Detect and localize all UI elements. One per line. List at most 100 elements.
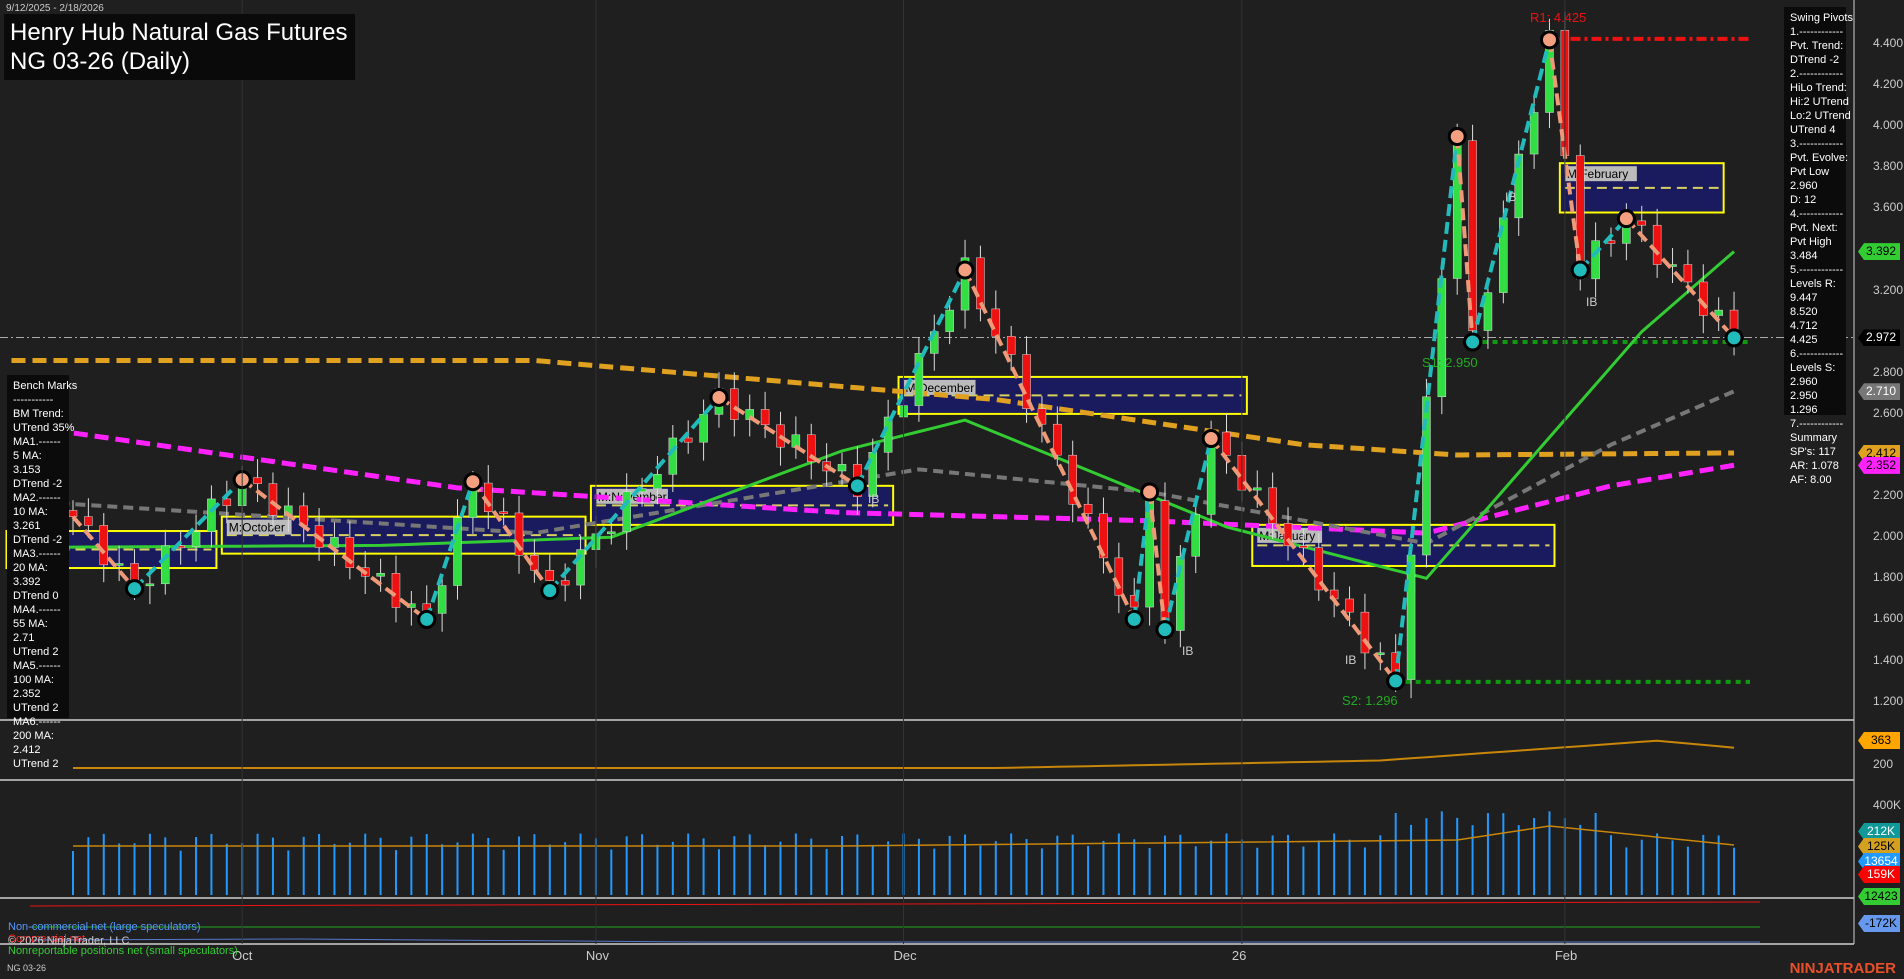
candle-body (607, 532, 615, 534)
price-tag: 2.352 (1858, 457, 1900, 474)
candle-body (730, 389, 738, 420)
chart-title: Henry Hub Natural Gas Futures (10, 18, 347, 47)
swing-low-marker (1388, 673, 1404, 689)
swing-low-marker (419, 611, 435, 627)
price-axis-label: 2.800 (1873, 365, 1903, 379)
price-axis-label: 1.800 (1873, 570, 1903, 584)
s1-label: S1: 2.950 (1422, 355, 1478, 370)
candle-body (269, 484, 277, 516)
candle-body (946, 310, 954, 332)
swing-high-marker (1203, 431, 1219, 447)
x-axis-label: Nov (586, 948, 609, 963)
instrument-label: NG 03-26 (7, 963, 46, 973)
price-tag: 3.392 (1858, 243, 1900, 260)
ninjatrader-logo: NINJATRADER (1790, 960, 1896, 977)
cot-tag: 159K (1858, 866, 1900, 883)
price-axis-label: 4.200 (1873, 77, 1903, 91)
candle-body (1530, 112, 1538, 154)
candle-body (1346, 599, 1354, 612)
swing-low-marker (1126, 611, 1142, 627)
x-axis-label: Dec (894, 948, 917, 963)
candle-body (992, 309, 1000, 336)
candle-body (84, 517, 92, 526)
candle-body (1007, 336, 1015, 354)
swing-line (1165, 439, 1211, 630)
swing-high-marker (1618, 211, 1634, 227)
ib-label: IB (1345, 653, 1356, 667)
price-axis-label: 3.200 (1873, 283, 1903, 297)
s2-label: S2: 1.296 (1342, 693, 1398, 708)
x-axis-label: 26 (1232, 948, 1246, 963)
price-tag: 2.710 (1858, 383, 1900, 400)
candle-body (392, 573, 400, 607)
candle-body (700, 414, 708, 442)
price-axis-label: 4.400 (1873, 36, 1903, 50)
ib-label: IB (868, 492, 879, 506)
ib-label: IB (1586, 295, 1597, 309)
ib-label: IB (1182, 644, 1193, 658)
candle-body (915, 353, 923, 405)
swing-low-marker (849, 478, 865, 494)
candle-body (1299, 546, 1307, 548)
candle-body (69, 510, 77, 516)
candle-body (838, 464, 846, 471)
candle-body (192, 532, 200, 547)
indicator-axis-label: 200 (1873, 757, 1893, 771)
volume-tag: 212K (1858, 823, 1900, 840)
swing-low-marker (1572, 262, 1588, 278)
candle-body (146, 584, 154, 586)
swing-line (1626, 219, 1734, 338)
candle-body (761, 409, 769, 424)
noncommercial-net-line (30, 939, 1760, 942)
indicator-tag: 363 (1858, 732, 1900, 749)
swing-line (1580, 219, 1626, 270)
price-axis-label: 2.600 (1873, 406, 1903, 420)
swing-low-marker (542, 583, 558, 599)
swing-high-marker (1142, 484, 1158, 500)
candle-body (976, 258, 984, 309)
chart-title-box: Henry Hub Natural Gas Futures NG 03-26 (… (4, 14, 355, 80)
swing-low-marker (1157, 622, 1173, 638)
legend-nonreportable: Nonreportable positions net (small specu… (8, 945, 238, 957)
candle-body (1638, 221, 1646, 225)
swing-high-marker (1541, 32, 1557, 48)
candle-body (254, 478, 262, 484)
price-chart[interactable]: M:OctoberM:NovemberM:DecemberM:JanuaryM:… (0, 0, 1904, 979)
candle-body (223, 499, 231, 506)
price-axis-label: 1.600 (1873, 611, 1903, 625)
swing-low-marker (1726, 330, 1742, 346)
x-axis-label: Feb (1555, 948, 1577, 963)
price-axis-label: 4.000 (1873, 118, 1903, 132)
swing-high-marker (957, 262, 973, 278)
candle-body (207, 499, 215, 532)
swing-high-marker (465, 474, 481, 490)
candle-body (623, 492, 631, 532)
cot-tag: -172K (1858, 915, 1900, 932)
candle-body (653, 474, 661, 488)
price-axis-label: 3.800 (1873, 159, 1903, 173)
price-axis-label: 1.400 (1873, 653, 1903, 667)
candle-body (377, 573, 385, 576)
swing-low-marker (1465, 334, 1481, 350)
price-axis-label: 2.200 (1873, 488, 1903, 502)
swing-low-marker (127, 581, 143, 597)
candle-body (561, 581, 569, 586)
swing-high-marker (711, 389, 727, 405)
commercial-net-line (30, 902, 1760, 906)
candle-body (1684, 265, 1692, 282)
candle-body (1115, 558, 1123, 596)
bench-marks-panel: Bench Marks ----------- BM Trend: UTrend… (7, 375, 69, 718)
cot-tag: 12423 (1858, 888, 1900, 905)
price-axis-label: 1.200 (1873, 694, 1903, 708)
swing-line (965, 270, 1134, 619)
candle-body (546, 570, 554, 580)
price-axis-label: 2.000 (1873, 529, 1903, 543)
candle-body (438, 586, 446, 614)
price-axis-label: 3.600 (1873, 200, 1903, 214)
candle-body (1253, 488, 1261, 490)
ib-label: IB (1505, 190, 1516, 204)
month-label: M:October (229, 521, 285, 535)
candle-body (100, 525, 108, 564)
candle-body (1592, 241, 1600, 279)
candle-body (1653, 225, 1661, 264)
